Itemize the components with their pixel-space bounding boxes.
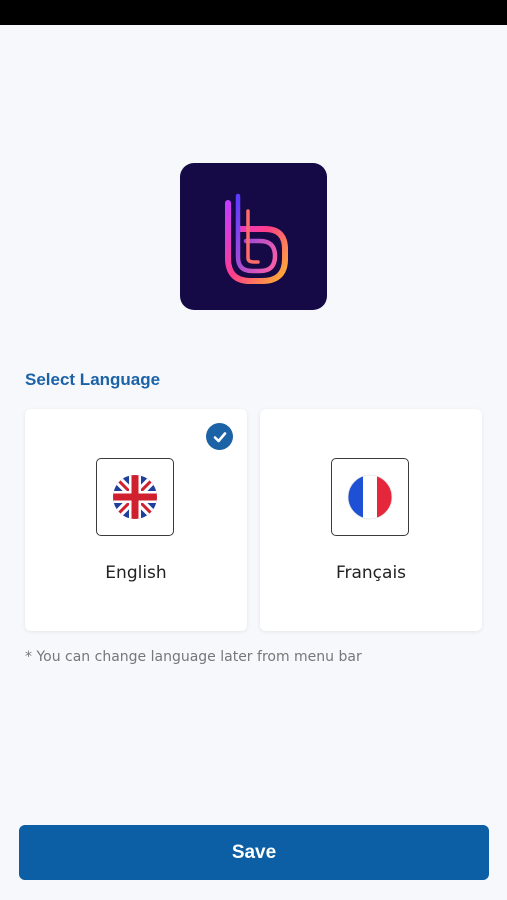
app-logo-icon — [225, 193, 288, 284]
french-flag-frame — [331, 458, 409, 536]
language-change-hint: * You can change language later from men… — [25, 649, 362, 665]
uk-flag-icon — [113, 475, 157, 519]
language-label-english: English — [105, 563, 167, 583]
language-card-french[interactable]: Français — [260, 409, 482, 631]
language-card-english[interactable]: English — [25, 409, 247, 631]
check-icon — [206, 423, 233, 450]
language-label-french: Français — [335, 563, 407, 583]
save-button[interactable]: Save — [19, 825, 489, 880]
select-language-title: Select Language — [25, 370, 161, 389]
app-logo — [180, 163, 327, 310]
english-flag-frame — [96, 458, 174, 536]
france-flag-icon — [347, 474, 393, 520]
status-bar — [0, 0, 507, 25]
